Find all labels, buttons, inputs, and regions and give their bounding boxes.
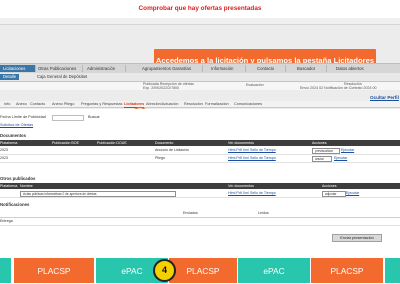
menu-informacion[interactable]: Información bbox=[208, 65, 246, 72]
th-leidos: Leídos bbox=[258, 211, 269, 215]
subtab-caja-general[interactable]: Caja General de Depósitos bbox=[34, 74, 90, 80]
th-nombre: Nombre bbox=[20, 184, 33, 188]
action-select[interactable]: anular bbox=[312, 156, 332, 162]
th-acciones: Acciones bbox=[322, 184, 337, 188]
subtab-detalle[interactable]: Detalle bbox=[0, 74, 20, 80]
footer-banner: PLACSP ePAC PLACSP ePAC PLACSP 4 bbox=[0, 257, 400, 284]
footer-label: PLACSP bbox=[37, 266, 71, 276]
top-strip bbox=[0, 18, 400, 25]
th-enviados: Enviados bbox=[183, 211, 198, 215]
menu-datos-abiertos[interactable]: Datos abiertos bbox=[333, 65, 378, 72]
tab-formalizacion[interactable]: Formalización bbox=[205, 101, 229, 107]
cell-plataforma: 2023 bbox=[0, 156, 8, 160]
th-ver-documentos: Ver documentos bbox=[228, 141, 254, 145]
otros-publicados-title: Otros publicados bbox=[0, 176, 36, 181]
action-select[interactable]: previsualizar bbox=[312, 148, 340, 154]
notificaciones-header: Enviados Leídos bbox=[0, 210, 400, 218]
browser-frame: Comprobar que hay ofertas presentadas Ac… bbox=[0, 0, 400, 257]
menu-otras-publicaciones[interactable]: Otras Publicaciones bbox=[35, 65, 83, 72]
step-number-badge: 4 bbox=[153, 259, 176, 282]
enviar-presentacion-button[interactable]: Enviar presentación bbox=[332, 234, 382, 242]
table-row: 2023 Anuncio de Licitación Html Pdf Xml … bbox=[0, 147, 400, 155]
view-document-links[interactable]: Html Pdf Xml Sello de Tiempo bbox=[228, 148, 276, 153]
table-row: 2023 Pliego Html Pdf Xml Sello de Tiempo… bbox=[0, 155, 400, 163]
tab-resolucion[interactable]: Resolución bbox=[184, 101, 203, 107]
view-document-links[interactable]: Html Pdf Xml Sello de Tiempo bbox=[228, 191, 276, 196]
ejecutar-link[interactable]: Ejecutar bbox=[346, 191, 359, 196]
solicitud-ofertas-link[interactable]: Solicitud de Ofertas bbox=[0, 123, 33, 127]
table-row: Entrega bbox=[0, 218, 400, 226]
documentos-title: Documentos bbox=[0, 133, 27, 138]
tab-comunicaciones[interactable]: Comunicaciones bbox=[234, 101, 262, 107]
info-resolucion-value: Envío 2024 02 Notificación de Contrato 2… bbox=[300, 86, 377, 90]
cell-plataforma: 2023 bbox=[0, 148, 8, 152]
th-plataforma: Plataforma bbox=[0, 141, 18, 145]
footer-segment-teal bbox=[0, 258, 11, 283]
footer-label: PLACSP bbox=[330, 266, 364, 276]
tab-info[interactable]: Info bbox=[4, 101, 10, 107]
th-ver-documentos: Ver documentos bbox=[228, 184, 254, 188]
cell-documento: Anuncio de Licitación bbox=[155, 148, 189, 152]
th-boe: Publicación BOE bbox=[52, 141, 79, 145]
ocultar-perfil-link[interactable]: Ocultar Perfil bbox=[370, 95, 399, 100]
footer-segment-teal bbox=[385, 258, 400, 283]
alert-text: Comprobar que hay ofertas presentadas bbox=[138, 5, 262, 12]
licitacion-info: Publicada Recepción de ofertas Exp. 2/09… bbox=[0, 82, 400, 90]
sub-menu: Detalle Caja General de Depósitos bbox=[0, 73, 400, 82]
footer-segment-placsp: PLACSP bbox=[14, 258, 94, 283]
footer-label: ePAC bbox=[263, 266, 285, 276]
view-document-links[interactable]: Html Pdf Xml Sello de Tiempo bbox=[228, 156, 276, 161]
ejecutar-link[interactable]: Ejecutar bbox=[334, 156, 347, 161]
th-documento: Documento bbox=[155, 141, 174, 145]
documentos-header: Plataforma Publicación BOE Publicación D… bbox=[0, 140, 400, 146]
document-select[interactable]: Actas públicas informativas 0 de apertur… bbox=[20, 191, 176, 197]
action-select[interactable]: adjuntar bbox=[322, 191, 346, 197]
th-plataforma: Plataforma bbox=[0, 184, 18, 188]
tab-preguntas[interactable]: Preguntas y Respuestas bbox=[81, 101, 122, 107]
alert-banner: Comprobar que hay ofertas presentadas bbox=[0, 0, 400, 18]
menu-contacto[interactable]: Contacto bbox=[254, 65, 286, 72]
cell-documento: Pliego bbox=[155, 156, 165, 160]
footer-label: PLACSP bbox=[186, 266, 220, 276]
fecha-limite-label: Fecha Límite de Publicidad bbox=[0, 115, 46, 119]
ejecutar-link[interactable]: Ejecutar bbox=[341, 148, 354, 153]
footer-segment-epac: ePAC bbox=[238, 258, 310, 283]
notificaciones-title: Notificaciones bbox=[0, 202, 30, 207]
tab-anexo-pliego[interactable]: Anexo Pliego bbox=[52, 101, 74, 107]
fecha-limite-input[interactable] bbox=[52, 115, 84, 121]
table-row: Actas públicas informativas 0 de apertur… bbox=[0, 190, 400, 198]
tab-anexo[interactable]: Anexo bbox=[16, 101, 27, 107]
menu-agrupamientos[interactable]: Agrupamientos Garantías bbox=[139, 65, 203, 72]
otros-header: Plataforma Nombre Ver documentos Accione… bbox=[0, 183, 400, 189]
tab-atencion[interactable]: Atención/Actuación bbox=[146, 101, 179, 107]
menu-buscador[interactable]: Buscador bbox=[294, 65, 327, 72]
footer-segment-placsp: PLACSP bbox=[311, 258, 383, 283]
info-state: Evaluación bbox=[246, 83, 264, 87]
licitacion-tabs: Info Anexo Contacto Anexo Pliego Pregunt… bbox=[0, 101, 400, 108]
th-acciones: Acciones bbox=[312, 141, 327, 145]
cell-entrega: Entrega bbox=[0, 219, 13, 223]
buscar-button[interactable]: Buscar bbox=[88, 115, 100, 119]
th-doue: Publicación DOUE bbox=[97, 141, 127, 145]
tab-contacto[interactable]: Contacto bbox=[30, 101, 45, 107]
footer-segment-placsp: PLACSP bbox=[169, 258, 237, 283]
menu-administracion[interactable]: Administración bbox=[84, 65, 126, 72]
info-expediente: Exp. 2/09/2022/2/7800 bbox=[143, 86, 180, 90]
menu-licitaciones[interactable]: Licitaciones bbox=[0, 65, 36, 72]
